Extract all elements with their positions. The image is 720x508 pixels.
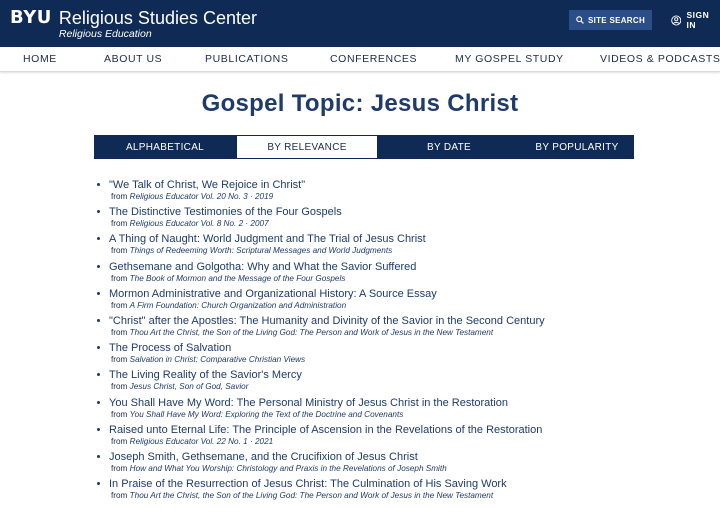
source-link[interactable]: Religious Educator Vol. 22 No. 1 · 2021	[130, 437, 274, 446]
source-link[interactable]: Religious Educator Vol. 8 No. 2 · 2007	[130, 219, 269, 228]
result-title-link[interactable]: A Thing of Naught: World Judgment and Th…	[109, 232, 707, 246]
result-title-link[interactable]: In Praise of the Resurrection of Jesus C…	[109, 477, 707, 491]
site-search-label: SITE SEARCH	[587, 15, 646, 25]
nav-home[interactable]: HOME	[23, 53, 57, 65]
result-source: from The Book of Mormon and the Message …	[109, 274, 707, 284]
list-item: "We Talk of Christ, We Rejoice in Christ…	[97, 178, 707, 205]
result-title-link[interactable]: The Distinctive Testimonies of the Four …	[109, 205, 707, 219]
result-source: from Religious Educator Vol. 22 No. 1 · …	[109, 437, 707, 447]
list-item: You Shall Have My Word: The Personal Min…	[97, 396, 707, 423]
bullet	[97, 482, 100, 486]
from-label: from	[111, 409, 128, 419]
top-header: BYU Religious Studies Center Religious E…	[0, 0, 720, 47]
from-label: from	[111, 273, 128, 283]
source-link[interactable]: You Shall Have My Word: Exploring the Te…	[130, 410, 404, 419]
brand-text: Religious Studies Center Religious Educa…	[59, 8, 257, 40]
result-source: from Things of Redeeming Worth: Scriptur…	[109, 246, 707, 256]
source-link[interactable]: Thou Art the Christ, the Son of the Livi…	[130, 328, 493, 337]
from-label: from	[111, 463, 128, 473]
bullet	[97, 373, 100, 377]
result-source: from Thou Art the Christ, the Son of the…	[109, 328, 707, 338]
list-item: The Living Reality of the Savior's Mercy…	[97, 368, 707, 395]
from-label: from	[111, 300, 128, 310]
nav-conferences[interactable]: CONFERENCES	[330, 53, 417, 65]
from-label: from	[111, 327, 128, 337]
byu-logo: BYU	[10, 7, 52, 28]
bullet	[97, 264, 100, 268]
list-item: In Praise of the Resurrection of Jesus C…	[97, 477, 707, 504]
result-title-link[interactable]: Gethsemane and Golgotha: Why and What th…	[109, 260, 707, 274]
brand-logo[interactable]: BYU Religious Studies Center Religious E…	[10, 7, 257, 41]
bullet	[97, 237, 100, 241]
result-source: from Jesus Christ, Son of God, Savior	[109, 382, 707, 392]
search-icon	[576, 16, 584, 24]
source-link[interactable]: Thou Art the Christ, the Son of the Livi…	[130, 491, 493, 500]
source-link[interactable]: A Firm Foundation: Church Organization a…	[130, 301, 346, 310]
result-title-link[interactable]: Raised unto Eternal Life: The Principle …	[109, 423, 707, 437]
result-title-link[interactable]: Mormon Administrative and Organizational…	[109, 287, 707, 301]
result-title-link[interactable]: The Living Reality of the Savior's Mercy	[109, 368, 707, 382]
bullet	[97, 427, 100, 431]
list-item: The Process of Salvation from Salvation …	[97, 341, 707, 368]
tab-alphabetical[interactable]: ALPHABETICAL	[94, 135, 236, 159]
list-item: A Thing of Naught: World Judgment and Th…	[97, 232, 707, 259]
result-source: from You Shall Have My Word: Exploring t…	[109, 410, 707, 420]
source-link[interactable]: Jesus Christ, Son of God, Savior	[130, 382, 249, 391]
tab-by-relevance[interactable]: BY RELEVANCE	[236, 135, 378, 159]
nav-publications[interactable]: PUBLICATIONS	[205, 53, 288, 65]
main-nav: HOME ABOUT US PUBLICATIONS CONFERENCES M…	[0, 47, 720, 72]
user-circle-icon	[671, 14, 682, 26]
page-title: Gospel Topic: Jesus Christ	[201, 90, 519, 117]
list-item: Joseph Smith, Gethsemane, and the Crucif…	[97, 450, 707, 477]
from-label: from	[111, 491, 128, 501]
from-label: from	[111, 436, 128, 446]
source-link[interactable]: Religious Educator Vol. 20 No. 3 · 2019	[130, 192, 274, 201]
bullet	[97, 183, 100, 186]
list-item: Mormon Administrative and Organizational…	[97, 287, 707, 314]
result-source: from Religious Educator Vol. 8 No. 2 · 2…	[109, 219, 707, 229]
site-search-button[interactable]: SITE SEARCH	[569, 10, 652, 30]
sign-in-label: SIGN IN	[686, 10, 710, 30]
list-item: The Distinctive Testimonies of the Four …	[97, 205, 707, 232]
result-source: from A Firm Foundation: Church Organizat…	[109, 301, 707, 311]
source-link[interactable]: Things of Redeeming Worth: Scriptural Me…	[130, 246, 393, 255]
bullet	[97, 210, 100, 214]
nav-my-gospel-study[interactable]: MY GOSPEL STUDY	[455, 53, 564, 65]
result-title-link[interactable]: Joseph Smith, Gethsemane, and the Crucif…	[109, 450, 707, 464]
nav-about-us[interactable]: ABOUT US	[104, 53, 162, 65]
result-source: from Thou Art the Christ, the Son of the…	[109, 491, 707, 501]
bullet	[97, 400, 100, 404]
list-item: Raised unto Eternal Life: The Principle …	[97, 423, 707, 450]
source-link[interactable]: Salvation in Christ: Comparative Christi…	[130, 355, 306, 364]
from-label: from	[111, 219, 128, 229]
source-link[interactable]: How and What You Worship: Christology an…	[130, 464, 447, 473]
result-title-link[interactable]: The Process of Salvation	[109, 341, 707, 355]
bullet	[97, 346, 100, 350]
result-source: from Religious Educator Vol. 20 No. 3 · …	[109, 192, 707, 202]
bullet	[97, 454, 100, 458]
nav-videos-podcasts[interactable]: VIDEOS & PODCASTS	[600, 53, 720, 65]
result-title-link[interactable]: "Christ" after the Apostles: The Humanit…	[109, 314, 707, 328]
source-link[interactable]: The Book of Mormon and the Message of th…	[130, 274, 346, 283]
from-label: from	[111, 355, 128, 365]
site-subtitle: Religious Education	[58, 28, 152, 40]
sort-tabs: ALPHABETICAL BY RELEVANCE BY DATE BY POP…	[94, 135, 634, 159]
result-source: from Salvation in Christ: Comparative Ch…	[109, 355, 707, 365]
from-label: from	[111, 192, 128, 201]
site-title: Religious Studies Center	[58, 8, 257, 28]
result-title-link[interactable]: You Shall Have My Word: The Personal Min…	[109, 396, 707, 410]
tab-by-popularity[interactable]: BY POPULARITY	[520, 135, 634, 159]
tab-by-date[interactable]: BY DATE	[378, 135, 520, 159]
bullet	[97, 318, 100, 322]
sign-in-button[interactable]: SIGN IN	[671, 10, 720, 30]
results-list: "We Talk of Christ, We Rejoice in Christ…	[97, 178, 707, 504]
result-source: from How and What You Worship: Christolo…	[109, 464, 707, 474]
result-title-link[interactable]: "We Talk of Christ, We Rejoice in Christ…	[109, 178, 707, 192]
list-item: Gethsemane and Golgotha: Why and What th…	[97, 260, 707, 287]
from-label: from	[111, 246, 128, 256]
from-label: from	[111, 382, 128, 392]
bullet	[97, 291, 100, 295]
list-item: "Christ" after the Apostles: The Humanit…	[97, 314, 707, 341]
